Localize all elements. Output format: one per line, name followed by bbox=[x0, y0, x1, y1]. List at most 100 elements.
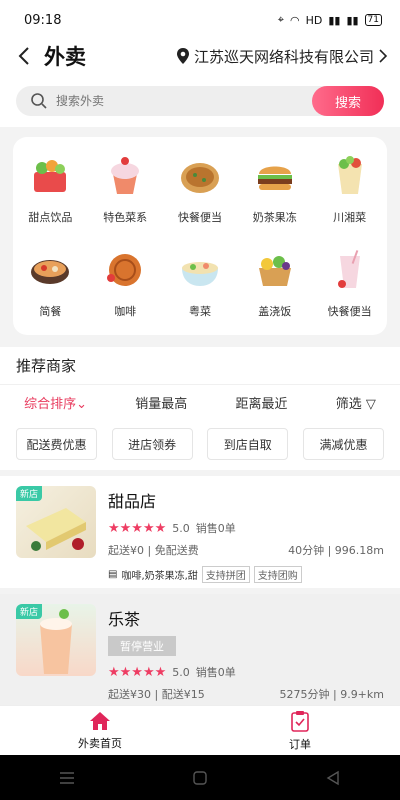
closed-status-badge: 暂停营业 bbox=[108, 636, 176, 656]
sales-count: 销售0单 bbox=[195, 666, 236, 679]
shop-info: 乐茶 暂停营业 ★★★★★ 5.0 销售0单 起送¥30 | 配送¥15 527… bbox=[108, 604, 384, 701]
system-nav-bar bbox=[0, 755, 400, 800]
shop-image: 新店 bbox=[16, 486, 96, 558]
category-item[interactable]: 简餐 bbox=[13, 245, 88, 319]
sales-count: 销售0单 bbox=[195, 522, 236, 535]
tab-home-label: 外卖首页 bbox=[78, 736, 122, 750]
wrap-icon bbox=[325, 151, 375, 201]
delivery-fee: 起送¥30 | 配送¥15 bbox=[108, 688, 205, 701]
filter-button[interactable]: 筛选 ▽ bbox=[336, 393, 376, 412]
filter-tag[interactable]: 到店自取 bbox=[207, 428, 289, 460]
sort-comprehensive[interactable]: 综合排序⌄ bbox=[24, 393, 87, 412]
back-arrow-icon bbox=[18, 47, 29, 65]
delivery-fee: 起送¥0 | 免配送费 bbox=[108, 544, 199, 557]
filter-tag[interactable]: 进店领券 bbox=[111, 428, 193, 460]
delivery-distance: 40分钟 | 996.18m bbox=[288, 544, 384, 557]
tab-orders[interactable]: 订单 bbox=[200, 706, 400, 755]
shop-categories: 咖啡,奶茶果冻,甜 bbox=[121, 571, 198, 582]
sort-bar: 综合排序⌄ 销量最高 距离最近 筛选 ▽ bbox=[0, 384, 400, 420]
signal2-icon: ▮▮ bbox=[346, 13, 359, 27]
rating-stars: ★★★★★ bbox=[108, 520, 167, 536]
shop-category-icon: ▤ bbox=[108, 569, 118, 580]
category-label: 盖浇饭 bbox=[258, 305, 292, 318]
category-section: 甜点饮品 特色菜系 快餐便当 奶茶果冻 川湘菜 简餐 咖啡 粤菜 盖浇饭 快餐便… bbox=[0, 127, 400, 347]
category-grid: 甜点饮品 特色菜系 快餐便当 奶茶果冻 川湘菜 简餐 咖啡 粤菜 盖浇饭 快餐便… bbox=[13, 137, 387, 335]
header: 外卖 江苏巡天网络科技有限公司 bbox=[0, 40, 400, 72]
search-icon bbox=[31, 93, 47, 109]
location-selector[interactable]: 江苏巡天网络科技有限公司 bbox=[176, 46, 388, 67]
search-input[interactable] bbox=[56, 94, 276, 108]
burger-icon bbox=[250, 151, 300, 201]
shop-name: 甜品店 bbox=[108, 492, 157, 511]
group-buy-tag: 支持拼团 bbox=[201, 566, 250, 583]
rating-row: ★★★★★ 5.0 销售0单 bbox=[108, 520, 384, 536]
chevron-down-icon: ⌄ bbox=[76, 397, 88, 412]
drink-icon bbox=[325, 245, 375, 295]
category-label: 快餐便当 bbox=[327, 305, 372, 318]
filter-tag[interactable]: 配送费优惠 bbox=[16, 428, 97, 460]
category-label: 粤菜 bbox=[188, 305, 211, 318]
battery-icon: 71 bbox=[364, 14, 382, 26]
category-item[interactable]: 快餐便当 bbox=[312, 245, 387, 319]
fruit-basket-icon bbox=[250, 245, 300, 295]
sort-sales[interactable]: 销量最高 bbox=[135, 393, 187, 412]
rating-stars: ★★★★★ bbox=[108, 664, 167, 680]
sort-label: 综合排序 bbox=[24, 397, 77, 412]
group-purchase-tag: 支持团购 bbox=[253, 566, 302, 583]
network-label: HD bbox=[305, 13, 323, 27]
filter-icon: ▽ bbox=[365, 397, 376, 412]
home-square-icon[interactable] bbox=[192, 770, 208, 786]
pancake-icon bbox=[175, 151, 225, 201]
status-time: 09:18 bbox=[24, 12, 62, 28]
category-label: 简餐 bbox=[39, 305, 62, 318]
category-item[interactable]: 甜点饮品 bbox=[13, 151, 88, 225]
wifi-icon: ◠ bbox=[289, 13, 300, 27]
map-pin-icon bbox=[176, 48, 189, 64]
shop-image: 新店 bbox=[16, 604, 96, 676]
bottom-tab-bar: 外卖首页 订单 bbox=[0, 705, 400, 755]
category-label: 特色菜系 bbox=[103, 211, 148, 224]
home-icon bbox=[90, 711, 110, 730]
category-label: 川湘菜 bbox=[333, 211, 367, 224]
filter-tag[interactable]: 满减优惠 bbox=[302, 428, 384, 460]
shop-card[interactable]: 新店 甜品店 ★★★★★ 5.0 销售0单 起送¥0 | 免配送费 40分钟 |… bbox=[0, 470, 400, 588]
signal-icon: ▮▮ bbox=[328, 13, 341, 27]
order-icon bbox=[291, 710, 309, 732]
delivery-row: 起送¥30 | 配送¥15 5275分钟 | 9.9+km bbox=[108, 686, 384, 702]
hotpot-icon bbox=[25, 245, 75, 295]
shop-card[interactable]: 新店 乐茶 暂停营业 ★★★★★ 5.0 销售0单 起送¥30 | 配送¥15 … bbox=[0, 588, 400, 706]
basket-icon bbox=[25, 151, 75, 201]
category-item[interactable]: 特色菜系 bbox=[88, 151, 163, 225]
delivery-distance: 5275分钟 | 9.9+km bbox=[279, 688, 385, 701]
category-item[interactable]: 快餐便当 bbox=[163, 151, 238, 225]
cupcake-icon bbox=[100, 151, 150, 201]
category-item[interactable]: 川湘菜 bbox=[312, 151, 387, 225]
section-title: 推荐商家 bbox=[16, 357, 77, 375]
category-item[interactable]: 粤菜 bbox=[163, 245, 238, 319]
rating-value: 5.0 bbox=[172, 521, 190, 535]
rating-value: 5.0 bbox=[172, 665, 190, 679]
status-icons: ⌖ ◠ HD ▮▮ ▮▮ 71 bbox=[278, 13, 382, 27]
filter-label: 筛选 bbox=[335, 397, 362, 412]
location-text: 江苏巡天网络科技有限公司 bbox=[193, 47, 374, 66]
category-item[interactable]: 咖啡 bbox=[88, 245, 163, 319]
category-label: 咖啡 bbox=[114, 305, 137, 318]
search-bar: 搜索 bbox=[16, 86, 384, 116]
category-item[interactable]: 盖浇饭 bbox=[237, 245, 312, 319]
category-label: 奶茶果冻 bbox=[252, 211, 297, 224]
shop-name: 乐茶 bbox=[108, 610, 141, 629]
category-item[interactable]: 奶茶果冻 bbox=[237, 151, 312, 225]
tab-home[interactable]: 外卖首页 bbox=[0, 706, 200, 755]
mooncake-icon bbox=[100, 245, 150, 295]
sort-distance[interactable]: 距离最近 bbox=[235, 393, 287, 412]
tab-orders-label: 订单 bbox=[289, 737, 311, 751]
back-triangle-icon[interactable] bbox=[325, 770, 341, 786]
menu-icon[interactable] bbox=[59, 771, 75, 785]
new-shop-badge: 新店 bbox=[16, 604, 43, 619]
search-button[interactable]: 搜索 bbox=[312, 86, 384, 116]
location-icon: ⌖ bbox=[277, 13, 284, 26]
delivery-row: 起送¥0 | 免配送费 40分钟 | 996.18m bbox=[108, 542, 384, 558]
new-shop-badge: 新店 bbox=[16, 486, 43, 501]
filter-tags: 配送费优惠 进店领券 到店自取 满减优惠 bbox=[0, 420, 400, 470]
back-button[interactable] bbox=[12, 44, 36, 68]
